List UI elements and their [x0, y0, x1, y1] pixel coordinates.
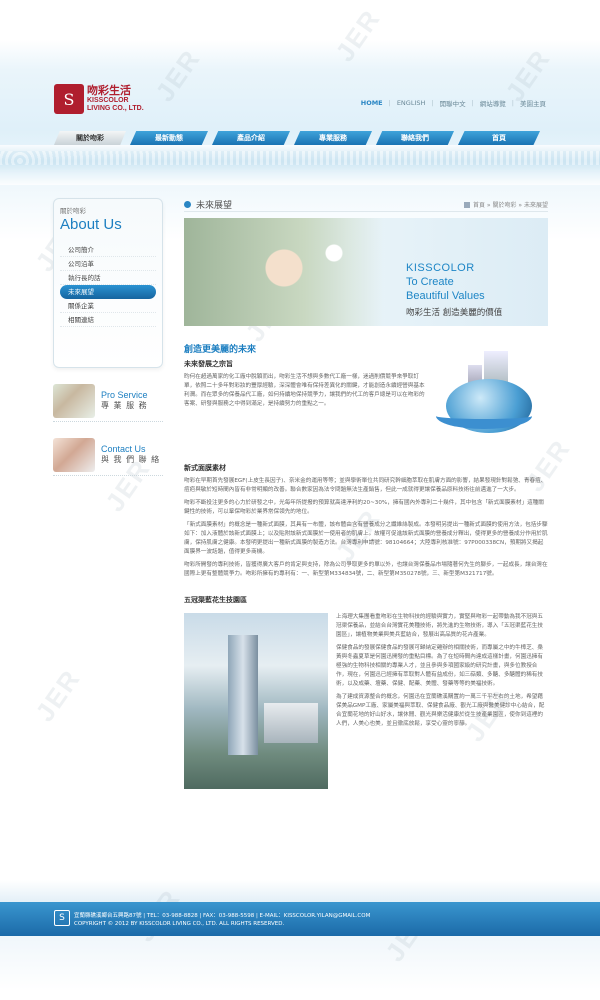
- top-nav: HOME | ENGLISH | 開聯中文 | 網站導覽 | 美園主頁: [361, 98, 546, 108]
- home-icon: [464, 201, 471, 208]
- logo-name-cn: 吻彩生活: [87, 84, 131, 97]
- banner-line-1: KISSCOLOR: [406, 262, 475, 274]
- banner-line-2: To Create: [406, 276, 454, 288]
- sidebar: 關於吻彩 About Us 公司簡介 公司沿革 執行長的話 未來展望 關係企業 …: [53, 198, 163, 476]
- page-title-row: 未來展望 首頁 » 關於吻彩 » 未來展望: [184, 198, 548, 212]
- breadcrumb[interactable]: 首頁 » 關於吻彩 » 未來展望: [464, 200, 548, 209]
- topnav-english[interactable]: ENGLISH: [397, 99, 426, 107]
- logo-name-en-2: LIVING CO., LTD.: [87, 105, 144, 112]
- lowrise-building: [264, 703, 318, 743]
- sidebar-item-history[interactable]: 公司沿革: [60, 257, 156, 271]
- sidebar-item-affiliates[interactable]: 關係企業: [60, 299, 156, 313]
- topnav-sitemap[interactable]: 網站導覽: [480, 98, 506, 108]
- nav-about[interactable]: 關於吻彩: [54, 131, 126, 145]
- paragraph-mask-4: 吻彩所開發的專利技術，皆獲得廣大客戶的肯定與支持，除為公司爭取更多的單以外，也讓…: [184, 562, 548, 577]
- header: S 吻彩生活 KISSCOLOR LIVING CO., LTD. HOME | …: [0, 0, 600, 130]
- pro-service-image: [53, 383, 95, 418]
- footer-copyright: COPYRIGHT © 2012 BY KISSCOLOR LIVING CO.…: [74, 921, 285, 927]
- sidebar-item-links[interactable]: 相關連結: [60, 313, 156, 327]
- separator: |: [511, 99, 514, 107]
- topnav-chinese[interactable]: 開聯中文: [440, 98, 466, 108]
- separator: |: [388, 99, 391, 107]
- main-content: 未來展望 首頁 » 關於吻彩 » 未來展望 KISSCOLOR To Creat…: [184, 198, 548, 789]
- main-nav: 關於吻彩 最新動態 產品介紹 專業服務 聯絡我們 首頁: [54, 131, 548, 145]
- paragraph-park-3: 為了建成資源整合的概念，何園迅在宜蘭礁溪購置約一萬三千平左右的土地，希望藉保美品…: [336, 694, 545, 727]
- subheading-purpose: 未來發展之宗旨: [184, 360, 233, 368]
- sidebar-item-company-intro[interactable]: 公司簡介: [60, 243, 156, 257]
- topnav-home[interactable]: HOME: [361, 99, 383, 107]
- title-dot-icon: [184, 201, 191, 208]
- globe-arrow: [436, 403, 532, 429]
- banner-line-3: Beautiful Values: [406, 290, 485, 302]
- pro-service-cn: 專 業 服 務: [101, 401, 148, 410]
- tower: [228, 635, 258, 755]
- breadcrumb-text[interactable]: 首頁 » 關於吻彩 » 未來展望: [473, 200, 548, 209]
- paragraph-mask-2: 吻彩不斷投注更多的心力於研發之中，光每年所提撥的預算就高達淨利的20~30%，擁…: [184, 500, 544, 515]
- hero-banner: KISSCOLOR To Create Beautiful Values 吻彩生…: [184, 218, 548, 326]
- section-biotech-park: 五冠渠藍花生技園區 上海理大集團看重吻彩在生物科技的經驗與實力，實堅與吻彩一起帶…: [184, 595, 548, 789]
- contact-us-text: Contact Us 與 我 們 聯 絡: [101, 444, 160, 465]
- subheading-park: 五冠渠藍花生技園區: [184, 596, 247, 604]
- section-future-purpose: 未來發展之宗旨 昀何在超過萬家的化工廠中脫穎而出，吻彩生活不想與多數代工廠一樣，…: [184, 351, 548, 453]
- section-future-text: 未來發展之宗旨 昀何在超過萬家的化工廠中脫穎而出，吻彩生活不想與多數代工廠一樣，…: [184, 355, 426, 453]
- paragraph-mask-1: 吻彩在早期首先發展EGF(上皮生長因子)、奈米金的運用等等；並與學術單位共同研究…: [184, 478, 547, 493]
- park-building-image: [184, 613, 328, 789]
- page-title: 未來展望: [184, 198, 232, 211]
- page-title-text: 未來展望: [196, 201, 233, 211]
- footer-contact: 宜蘭縣礁溪鄉台五興路87號 | TEL：03-988-8828 | FAX：03…: [74, 913, 371, 919]
- sidebar-subtitle: 關於吻彩: [60, 207, 86, 215]
- park-text: 上海理大集團看重吻彩在生物科技的經驗與實力，實堅與吻彩一起帶動為我不冠與五冠渠保…: [336, 613, 548, 789]
- contact-us-en: Contact Us: [101, 444, 146, 454]
- sidebar-item-ceo-message[interactable]: 執行長的話: [60, 271, 156, 285]
- paragraph-park-1: 上海理大集團看重吻彩在生物科技的經驗與實力，實堅與吻彩一起帶動為我不冠與五冠渠保…: [336, 614, 543, 638]
- contact-us-link[interactable]: Contact Us 與 我 們 聯 絡: [53, 436, 163, 476]
- banner-photo: [184, 218, 384, 326]
- nav-services[interactable]: 專業服務: [294, 131, 372, 145]
- park-row: 上海理大集團看重吻彩在生物科技的經驗與實力，實堅與吻彩一起帶動為我不冠與五冠渠保…: [184, 613, 548, 789]
- pro-service-link[interactable]: Pro Service 專 業 服 務: [53, 382, 163, 422]
- globe-illustration: [434, 343, 544, 453]
- nav-news[interactable]: 最新動態: [130, 131, 208, 145]
- footer-logo-icon: S: [54, 910, 70, 926]
- logo-mark-icon: S: [54, 84, 84, 114]
- paragraph-park-2: 保健食品的發展保健食品的發展可歸納定雞辦的相關技術，而專屬之中的牛樟芝、桑黃與冬…: [336, 645, 543, 687]
- sidebar-title: About Us: [60, 216, 122, 233]
- separator: |: [431, 99, 434, 107]
- contact-us-image: [53, 437, 95, 472]
- banner-slogan: 吻彩生活 創造美麗的價值: [406, 308, 503, 318]
- pro-service-text: Pro Service 專 業 服 務: [101, 390, 148, 411]
- section-mask-material: 新式面膜素材 吻彩在早期首先發展EGF(上皮生長因子)、奈米金的運用等等；並與學…: [184, 463, 548, 579]
- sidebar-item-future[interactable]: 未來展望: [60, 285, 156, 299]
- paragraph-purpose: 昀何在超過萬家的化工廠中脫穎而出，吻彩生活不想與多數代工廠一樣，迷過削價競爭來爭…: [184, 374, 425, 407]
- logo-text: 吻彩生活 KISSCOLOR LIVING CO., LTD.: [87, 85, 144, 113]
- topnav-main[interactable]: 美園主頁: [520, 98, 546, 108]
- contact-us-cn: 與 我 們 聯 絡: [101, 455, 161, 464]
- logo-name-en: KISSCOLOR: [87, 97, 129, 104]
- nav-contact[interactable]: 聯絡我們: [376, 131, 454, 145]
- paragraph-mask-3: 「新式面膜素材」的概念是一種新式面膜，其具有一布體，該布體由含有營養成分之纖維絲…: [184, 522, 548, 555]
- water-splash-banner: [0, 145, 600, 185]
- nav-products[interactable]: 產品介紹: [212, 131, 290, 145]
- subheading-mask: 新式面膜素材: [184, 464, 226, 472]
- footer: S 宜蘭縣礁溪鄉台五興路87號 | TEL：03-988-8828 | FAX：…: [0, 902, 600, 936]
- sidebar-menu: 關於吻彩 About Us 公司簡介 公司沿革 執行長的話 未來展望 關係企業 …: [53, 198, 163, 368]
- nav-homepage[interactable]: 首頁: [458, 131, 540, 145]
- separator: |: [471, 99, 474, 107]
- logo[interactable]: S 吻彩生活 KISSCOLOR LIVING CO., LTD.: [54, 84, 144, 114]
- pro-service-en: Pro Service: [101, 390, 148, 400]
